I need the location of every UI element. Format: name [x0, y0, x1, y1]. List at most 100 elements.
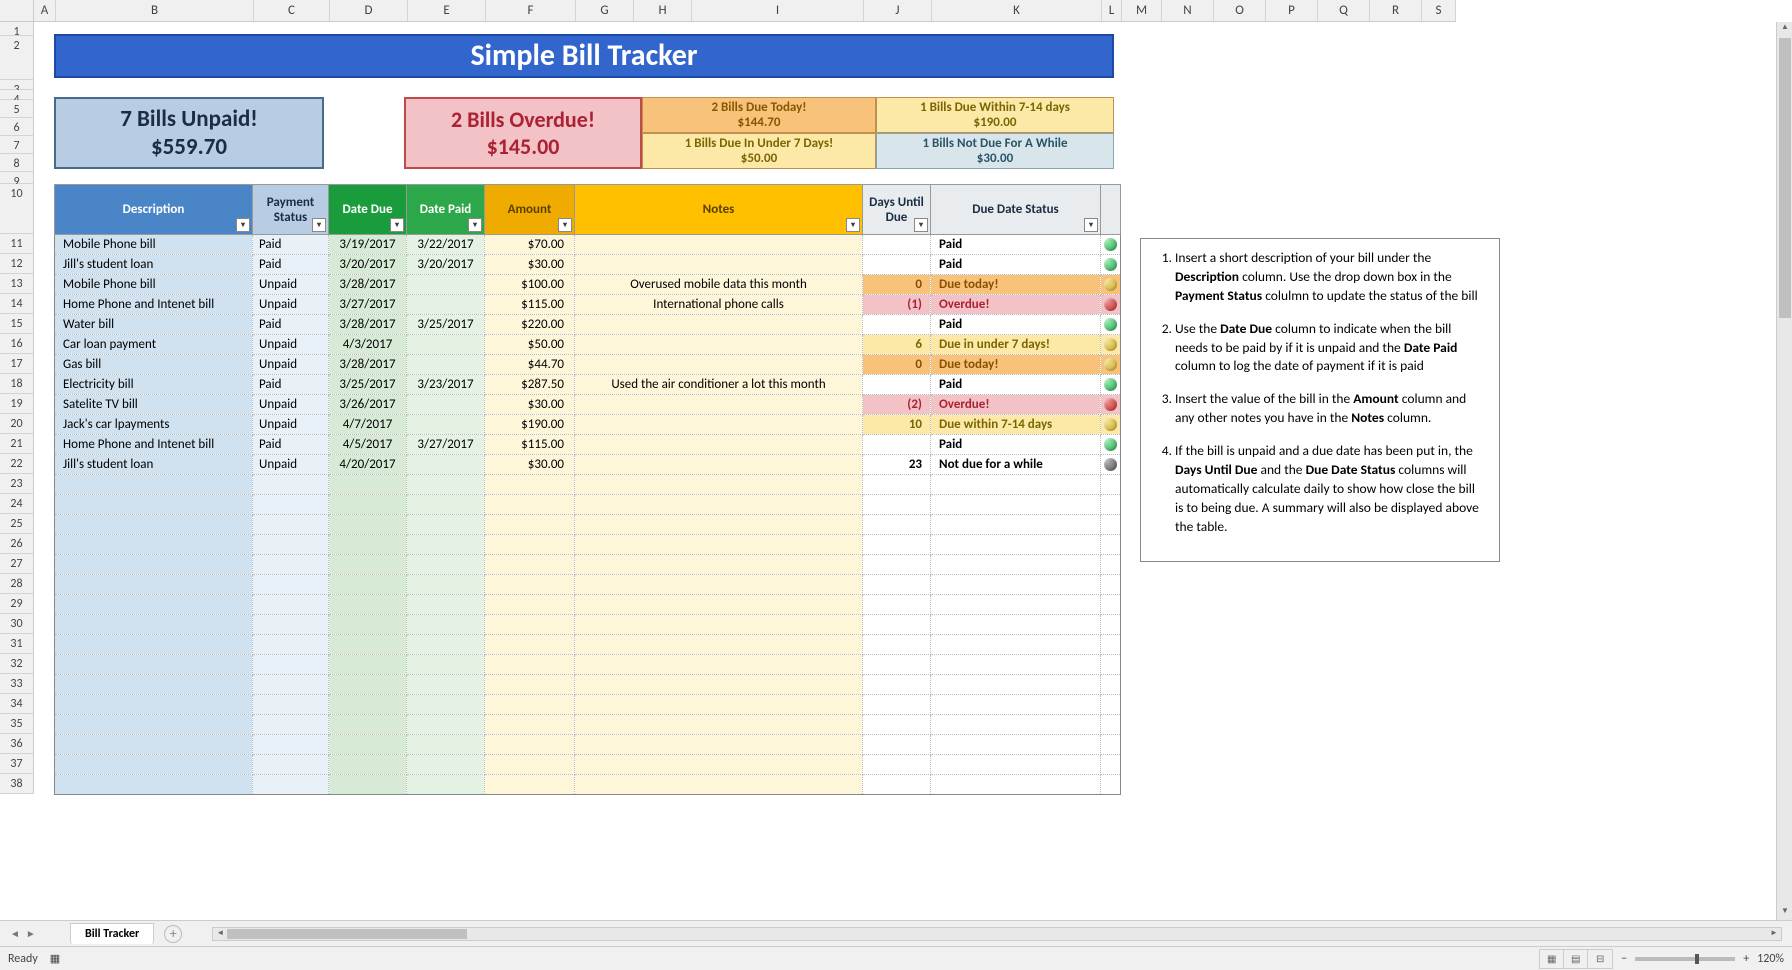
cell-empty[interactable]: [1101, 475, 1121, 495]
cell-empty[interactable]: [55, 535, 253, 555]
page-layout-view-button[interactable]: ▤: [1564, 950, 1588, 968]
cell-empty[interactable]: [329, 715, 407, 735]
table-row[interactable]: Mobile Phone billUnpaid3/28/2017$100.00O…: [55, 275, 1121, 295]
row-header-10[interactable]: 10: [0, 184, 34, 234]
cell-empty[interactable]: [485, 635, 575, 655]
row-header-32[interactable]: 32: [0, 654, 34, 674]
table-row[interactable]: Car loan paymentUnpaid4/3/2017$50.006Due…: [55, 335, 1121, 355]
cell-empty[interactable]: [407, 595, 485, 615]
cell-payment-status[interactable]: Unpaid: [253, 335, 329, 355]
cell-empty[interactable]: [931, 635, 1101, 655]
row-headers[interactable]: 1234567891011121314151617181920212223242…: [0, 22, 34, 920]
cell-empty[interactable]: [329, 475, 407, 495]
cell-amount[interactable]: $70.00: [485, 235, 575, 255]
table-row[interactable]: Home Phone and Intenet billUnpaid3/27/20…: [55, 295, 1121, 315]
cell-amount[interactable]: $190.00: [485, 415, 575, 435]
cell-description[interactable]: Mobile Phone bill: [55, 275, 253, 295]
cell-empty[interactable]: [329, 675, 407, 695]
table-row-empty[interactable]: [55, 515, 1121, 535]
cell-description[interactable]: Mobile Phone bill: [55, 235, 253, 255]
cell-description[interactable]: Electricity bill: [55, 375, 253, 395]
row-header-37[interactable]: 37: [0, 754, 34, 774]
cell-empty[interactable]: [329, 575, 407, 595]
row-header-15[interactable]: 15: [0, 314, 34, 334]
cell-empty[interactable]: [253, 495, 329, 515]
cell-empty[interactable]: [407, 715, 485, 735]
cell-empty[interactable]: [55, 515, 253, 535]
cell-empty[interactable]: [863, 615, 931, 635]
cell-empty[interactable]: [407, 575, 485, 595]
cell-empty[interactable]: [863, 675, 931, 695]
cell-payment-status[interactable]: Paid: [253, 255, 329, 275]
cell-empty[interactable]: [55, 475, 253, 495]
cell-empty[interactable]: [407, 555, 485, 575]
column-header-I[interactable]: I: [692, 0, 864, 22]
table-row[interactable]: Satelite TV billUnpaid3/26/2017$30.00(2)…: [55, 395, 1121, 415]
cell-days-until-due[interactable]: 23: [863, 455, 931, 475]
cell-notes[interactable]: [575, 415, 863, 435]
row-header-8[interactable]: 8: [0, 154, 34, 172]
cell-date-due[interactable]: 3/28/2017: [329, 315, 407, 335]
cell-due-date-status[interactable]: Paid: [931, 315, 1101, 335]
cell-empty[interactable]: [1101, 655, 1121, 675]
cell-date-due[interactable]: 4/7/2017: [329, 415, 407, 435]
cell-days-until-due[interactable]: [863, 255, 931, 275]
cell-empty[interactable]: [1101, 715, 1121, 735]
cell-notes[interactable]: [575, 315, 863, 335]
cell-empty[interactable]: [329, 615, 407, 635]
cell-notes[interactable]: [575, 335, 863, 355]
cell-empty[interactable]: [55, 495, 253, 515]
cell-date-due[interactable]: 3/19/2017: [329, 235, 407, 255]
cell-empty[interactable]: [575, 735, 863, 755]
zoom-slider[interactable]: [1635, 957, 1735, 961]
column-header-C[interactable]: C: [254, 0, 330, 22]
cell-amount[interactable]: $115.00: [485, 435, 575, 455]
cell-empty[interactable]: [931, 555, 1101, 575]
filter-icon[interactable]: ▾: [468, 218, 482, 232]
cell-empty[interactable]: [253, 775, 329, 795]
cell-date-paid[interactable]: 3/23/2017: [407, 375, 485, 395]
cell-empty[interactable]: [575, 655, 863, 675]
cell-notes[interactable]: Used the air conditioner a lot this mont…: [575, 375, 863, 395]
column-header-E[interactable]: E: [408, 0, 486, 22]
cell-empty[interactable]: [575, 555, 863, 575]
cell-due-date-status[interactable]: Not due for a while: [931, 455, 1101, 475]
cell-empty[interactable]: [575, 755, 863, 775]
cell-empty[interactable]: [329, 595, 407, 615]
scroll-down-icon[interactable]: ▼: [1777, 906, 1792, 920]
cell-amount[interactable]: $30.00: [485, 395, 575, 415]
cell-empty[interactable]: [407, 615, 485, 635]
cell-empty[interactable]: [575, 695, 863, 715]
cell-empty[interactable]: [407, 775, 485, 795]
cell-empty[interactable]: [931, 755, 1101, 775]
cell-empty[interactable]: [253, 715, 329, 735]
cell-empty[interactable]: [253, 615, 329, 635]
cell-notes[interactable]: Overused mobile data this month: [575, 275, 863, 295]
bill-table[interactable]: Description▾ Payment Status▾ Date Due▾ D…: [54, 184, 1121, 795]
header-date-due[interactable]: Date Due▾: [329, 185, 407, 235]
cell-empty[interactable]: [55, 595, 253, 615]
table-row-empty[interactable]: [55, 675, 1121, 695]
table-row-empty[interactable]: [55, 635, 1121, 655]
cell-due-date-status[interactable]: Due within 7-14 days: [931, 415, 1101, 435]
cell-date-due[interactable]: 3/26/2017: [329, 395, 407, 415]
cell-date-paid[interactable]: [407, 455, 485, 475]
column-header-J[interactable]: J: [864, 0, 932, 22]
cell-empty[interactable]: [931, 475, 1101, 495]
table-row[interactable]: Jill's student loanPaid3/20/20173/20/201…: [55, 255, 1121, 275]
cell-empty[interactable]: [575, 495, 863, 515]
header-amount[interactable]: Amount▾: [485, 185, 575, 235]
column-header-Q[interactable]: Q: [1318, 0, 1370, 22]
cell-days-until-due[interactable]: [863, 375, 931, 395]
filter-icon[interactable]: ▾: [846, 218, 860, 232]
table-row-empty[interactable]: [55, 655, 1121, 675]
cell-due-date-status[interactable]: Paid: [931, 375, 1101, 395]
row-header-11[interactable]: 11: [0, 234, 34, 254]
cell-empty[interactable]: [55, 715, 253, 735]
row-header-19[interactable]: 19: [0, 394, 34, 414]
cell-description[interactable]: Car loan payment: [55, 335, 253, 355]
cell-empty[interactable]: [485, 555, 575, 575]
cell-notes[interactable]: International phone calls: [575, 295, 863, 315]
cell-payment-status[interactable]: Unpaid: [253, 395, 329, 415]
cell-amount[interactable]: $30.00: [485, 455, 575, 475]
